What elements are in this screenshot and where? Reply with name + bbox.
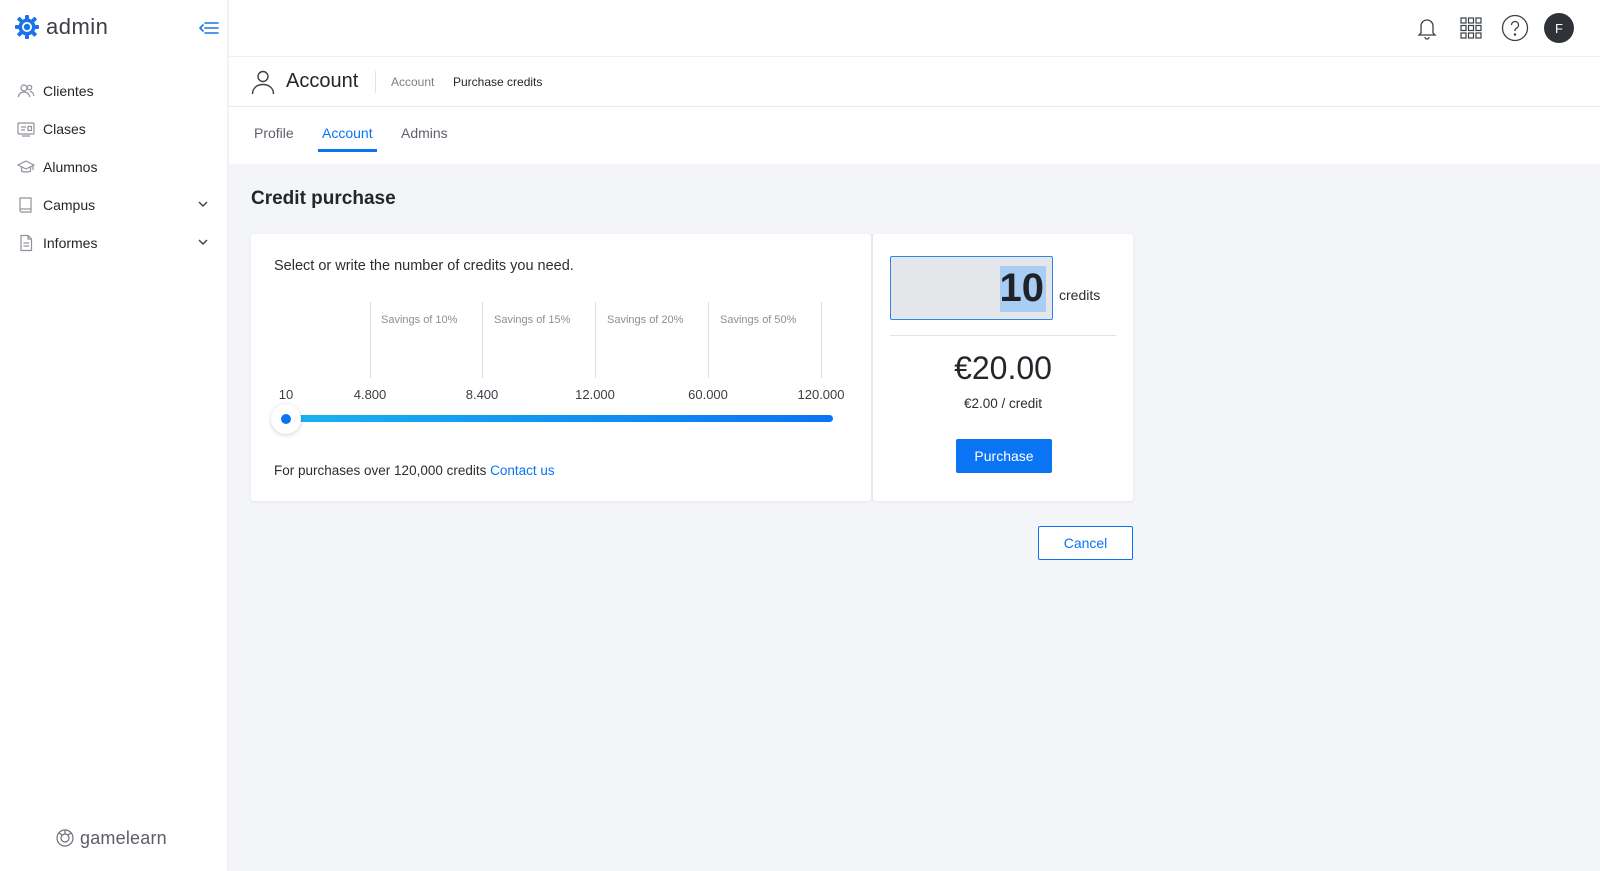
gear-logo-icon: [15, 15, 39, 39]
tick-label: 8.400: [465, 387, 499, 402]
class-icon: [17, 120, 35, 138]
sidebar-item-clases[interactable]: Clases: [0, 110, 228, 148]
sidebar-item-label: Alumnos: [43, 159, 98, 175]
chevron-down-icon: [198, 201, 208, 207]
tab-profile[interactable]: Profile: [250, 125, 298, 149]
page-header: Account Account Purchase credits: [229, 57, 1600, 107]
sidebar-item-alumnos[interactable]: Alumnos: [0, 148, 228, 186]
tab-account[interactable]: Account: [318, 125, 377, 152]
collapse-sidebar-button[interactable]: [198, 18, 220, 38]
book-icon: [17, 196, 35, 214]
brand-logo: gamelearn: [54, 827, 167, 849]
tab-admins[interactable]: Admins: [397, 125, 452, 149]
price-per-credit: €2.00 / credit: [963, 396, 1043, 411]
credit-slider: Savings of 10% Savings of 15% Savings of…: [251, 294, 871, 434]
tier-label-15: Savings of 15%: [494, 314, 571, 326]
tier-divider: [708, 302, 709, 378]
sidebar-item-clientes[interactable]: Clientes: [0, 72, 228, 110]
sidebar-item-label: Clientes: [43, 83, 94, 99]
price-summary-card: 10 credits €20.00 €2.00 / credit Purchas…: [873, 234, 1133, 501]
breadcrumb-purchase-credits: Purchase credits: [453, 75, 543, 89]
tier-divider: [482, 302, 483, 378]
credit-slider-card: Select or write the number of credits yo…: [251, 234, 871, 501]
tier-divider: [821, 302, 822, 378]
tier-label-50: Savings of 50%: [720, 314, 797, 326]
contact-us-link[interactable]: Contact us: [490, 463, 555, 478]
large-purchase-note: For purchases over 120,000 credits Conta…: [274, 463, 555, 478]
users-icon: [17, 82, 35, 100]
gamelearn-logo-icon: [56, 829, 74, 847]
apps-grid-icon[interactable]: [1456, 13, 1486, 43]
summary-divider: [890, 335, 1116, 336]
logo-text: admin: [46, 14, 109, 39]
graduation-cap-icon: [17, 158, 35, 176]
breadcrumb-account[interactable]: Account: [391, 75, 434, 89]
header-divider: [375, 71, 376, 93]
tick-label: 4.800: [353, 387, 387, 402]
tick-label: 10: [278, 387, 294, 402]
slider-track[interactable]: [286, 415, 833, 422]
app-logo[interactable]: admin: [14, 14, 108, 40]
total-price: €20.00: [954, 350, 1052, 386]
notifications-bell-icon[interactable]: [1412, 13, 1442, 43]
sidebar-item-label: Informes: [43, 235, 98, 251]
tab-bar: Profile Account Admins: [229, 107, 1600, 164]
cancel-button[interactable]: Cancel: [1038, 526, 1133, 560]
sidebar-item-informes[interactable]: Informes: [0, 224, 228, 262]
sidebar-item-label: Clases: [43, 121, 86, 137]
topbar-actions: F: [1412, 13, 1574, 43]
credits-input-value[interactable]: 10: [890, 256, 1053, 320]
slider-handle[interactable]: [271, 404, 301, 434]
tier-divider: [595, 302, 596, 378]
chevron-down-icon: [198, 239, 208, 245]
user-account-icon: [251, 70, 275, 95]
user-avatar[interactable]: F: [1544, 13, 1574, 43]
tier-label-10: Savings of 10%: [381, 314, 458, 326]
tier-divider: [370, 302, 371, 378]
help-icon[interactable]: [1500, 13, 1530, 43]
sidebar-item-label: Campus: [43, 197, 96, 213]
topbar: F: [229, 0, 1600, 57]
collapse-menu-icon: [198, 22, 219, 34]
tick-label: 12.000: [575, 387, 615, 402]
sidebar-nav: Clientes Clases Alumnos Campus Informes: [0, 72, 228, 262]
page-title: Account: [286, 70, 359, 92]
instruction-text: Select or write the number of credits yo…: [274, 258, 574, 274]
section-title: Credit purchase: [251, 188, 396, 209]
credits-unit-label: credits: [1059, 287, 1101, 303]
sidebar-item-campus[interactable]: Campus: [0, 186, 228, 224]
tier-label-20: Savings of 20%: [607, 314, 684, 326]
document-icon: [17, 234, 35, 252]
sidebar: admin Clientes Clases Alumnos Campus Inf…: [0, 0, 228, 871]
purchase-button[interactable]: Purchase: [956, 439, 1052, 473]
footnote-text: For purchases over 120,000 credits: [274, 463, 487, 478]
brand-text: gamelearn: [80, 827, 167, 848]
tick-label: 120.000: [797, 387, 845, 402]
tick-label: 60.000: [688, 387, 728, 402]
